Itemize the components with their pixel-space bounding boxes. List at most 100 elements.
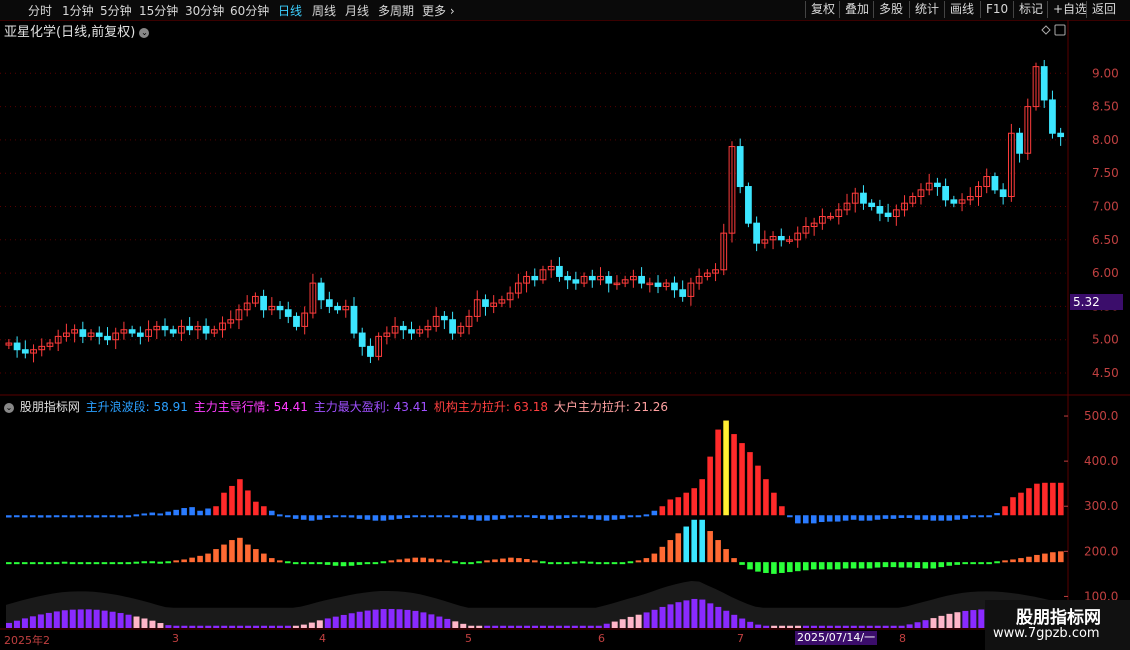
bottom-bar	[547, 625, 554, 628]
upper-bar	[117, 515, 124, 518]
lower-bar	[850, 562, 857, 569]
bottom-bar	[715, 606, 722, 628]
lower-bar	[332, 562, 339, 566]
indicator-tick-label: 200.0	[1084, 544, 1118, 558]
bottom-bar	[826, 625, 833, 628]
upper-bar	[460, 515, 466, 519]
stock-chart[interactable]: 9.008.508.007.507.006.506.005.505.004.50…	[0, 0, 1130, 650]
lower-bar	[324, 562, 331, 565]
candle-body	[399, 325, 407, 331]
bottom-bar	[866, 625, 873, 628]
candle-body	[169, 329, 177, 334]
upper-bar	[683, 492, 690, 516]
lower-bar	[284, 561, 291, 564]
bottom-bar	[611, 621, 618, 628]
upper-bar	[810, 515, 817, 524]
chevron-down-icon[interactable]: ⌄	[4, 402, 14, 413]
bottom-bar	[802, 625, 809, 628]
lower-bar	[739, 562, 745, 565]
upper-bar	[1042, 482, 1048, 516]
lower-bar	[165, 561, 171, 564]
lower-bar	[436, 559, 442, 563]
bottom-bar	[261, 625, 268, 628]
upper-bar	[962, 515, 968, 519]
lower-bar	[229, 540, 235, 563]
lower-bar	[930, 562, 937, 569]
upper-bar	[484, 515, 490, 521]
diamond-icon	[1041, 25, 1051, 35]
price-tick-label: 8.50	[1092, 100, 1119, 114]
upper-bar	[1018, 492, 1024, 516]
bottom-bar	[284, 625, 291, 628]
candle-body	[317, 282, 325, 301]
lower-bar	[205, 553, 211, 563]
lower-bar	[802, 562, 809, 571]
upper-bar	[324, 515, 331, 518]
indicator-legend: ⌄ 股朋指标网 主升浪波段: 58.91 主力主导行情: 54.41 主力最大盈…	[4, 398, 670, 415]
upper-bar	[850, 515, 857, 520]
lower-bar	[21, 562, 28, 565]
upper-bar	[1026, 488, 1032, 516]
candle-body	[334, 305, 341, 311]
lower-bar	[970, 562, 976, 565]
lower-bar	[795, 562, 801, 572]
bottom-bar	[699, 599, 706, 628]
candle-body	[942, 186, 949, 201]
lower-bar	[834, 562, 841, 570]
date-label-feb: 2025年2	[4, 634, 50, 647]
bottom-bar	[332, 616, 339, 628]
date-label-jun: 6	[598, 632, 605, 645]
upper-bar	[213, 506, 219, 516]
upper-bar	[763, 479, 769, 516]
candle-body	[999, 189, 1007, 198]
lower-bar	[922, 562, 929, 569]
lower-bar	[1050, 552, 1056, 563]
lower-bar	[715, 540, 721, 563]
bottom-bar	[675, 602, 682, 628]
lower-bar	[731, 558, 737, 563]
bottom-bar	[763, 625, 770, 628]
cursor-date-tag: 2025/07/14/一	[795, 631, 878, 645]
upper-bar	[627, 515, 634, 518]
bottom-bar	[795, 625, 801, 628]
lower-bar	[468, 562, 474, 565]
upper-bar	[723, 420, 729, 516]
legend-item-zhushenglang: 主升浪波段: 58.91	[85, 400, 188, 414]
upper-bar	[348, 515, 355, 518]
candle-body	[654, 282, 662, 287]
bottom-bar	[962, 610, 969, 628]
bottom-bar	[476, 625, 483, 628]
candle-body	[350, 305, 358, 334]
legend-item-zhuli-yingli: 主力最大盈利: 43.41	[313, 400, 428, 414]
candle-body	[408, 329, 415, 334]
bottom-bar	[731, 614, 738, 628]
lower-bar	[213, 549, 219, 563]
upper-bar	[787, 515, 793, 518]
lower-bar	[69, 562, 76, 565]
lower-bar	[101, 562, 108, 565]
lower-bar	[6, 562, 12, 565]
bottom-bar	[53, 611, 60, 628]
lower-bar	[667, 540, 674, 563]
bottom-bar	[181, 625, 188, 628]
upper-bar	[691, 488, 697, 516]
bottom-bar	[237, 625, 244, 628]
lower-bar	[276, 560, 283, 563]
bottom-bar	[117, 613, 124, 628]
candle-body	[482, 299, 489, 307]
bottom-bar	[603, 623, 610, 628]
upper-bar	[269, 510, 275, 516]
upper-bar	[611, 515, 618, 520]
upper-bar	[779, 506, 785, 516]
bottom-bar	[308, 622, 315, 628]
chevron-down-icon[interactable]: ⌄	[139, 27, 150, 38]
bottom-bar	[428, 614, 435, 628]
upper-bar	[332, 515, 339, 518]
lower-bar	[189, 557, 195, 563]
candle-body	[79, 329, 87, 337]
upper-bar	[651, 510, 658, 516]
candle-body	[588, 275, 596, 281]
lower-bar	[747, 562, 753, 570]
bottom-bar	[643, 612, 650, 628]
upper-bar	[922, 515, 929, 520]
